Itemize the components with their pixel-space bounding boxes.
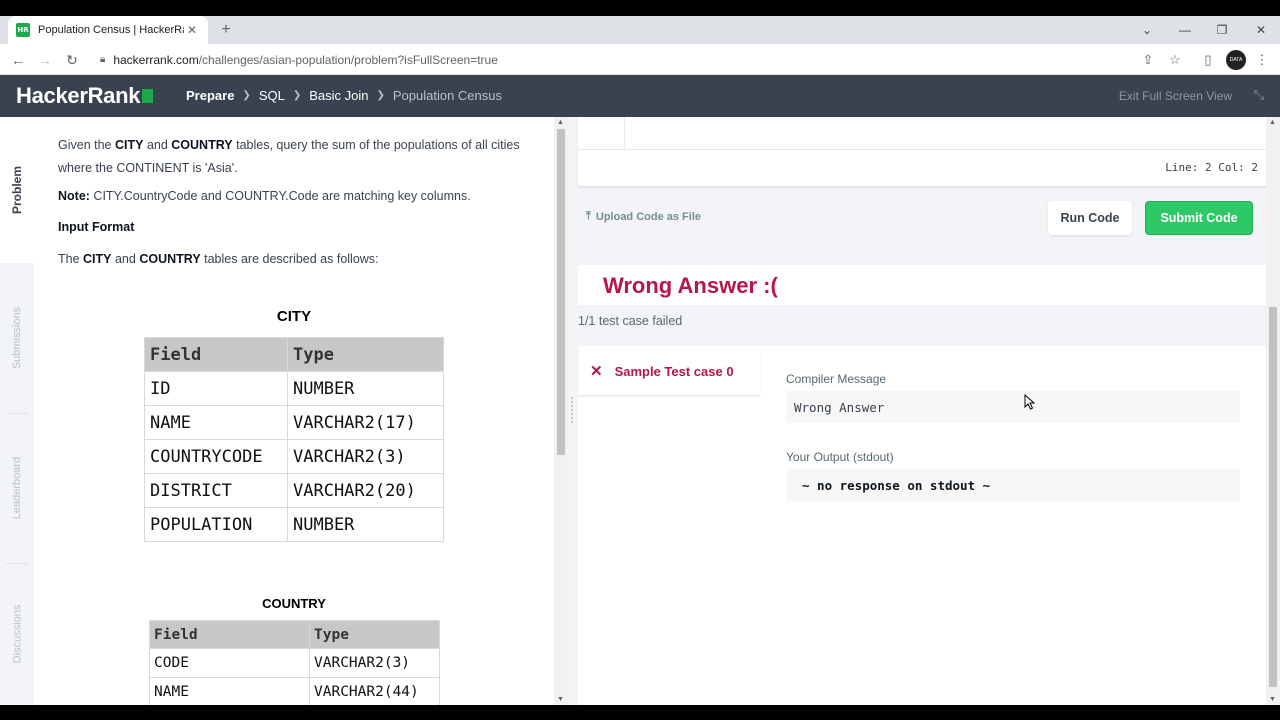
forward-icon[interactable]: → <box>35 50 55 70</box>
exit-fullscreen-icon[interactable]: ⤡ <box>1254 87 1264 103</box>
column-header: Field <box>149 620 310 649</box>
url-path: /challenges/asian-population/problem?isF… <box>198 52 498 67</box>
editor-status-divider <box>578 149 1266 150</box>
exit-fullscreen-link[interactable]: Exit Full Screen View <box>1119 89 1232 103</box>
scroll-down-icon[interactable]: ▼ <box>557 696 564 703</box>
stdout-section: Your Output (stdout) ~ no response on st… <box>786 450 1240 501</box>
profile-avatar[interactable]: DATA <box>1226 50 1246 70</box>
problem-statement: Given the CITY and COUNTRY tables, query… <box>34 117 554 705</box>
compiler-message-section: Compiler Message Wrong Answer <box>786 372 1240 423</box>
result-header: Wrong Answer :( <box>578 265 1266 305</box>
side-panel-icon[interactable]: ▯ <box>1198 50 1218 70</box>
close-tab-icon[interactable]: ✕ <box>184 23 200 37</box>
scroll-up-icon[interactable]: ▲ <box>557 119 564 126</box>
editor-result-pane: Line: 2 Col: 2 ⤒ Upload Code as File Run … <box>578 117 1266 705</box>
column-header: Field <box>144 337 288 372</box>
country-schema-table: Field Type CODE VARCHAR2(3) NAME VARCHAR2(… <box>149 620 440 705</box>
address-bar: ← → ↻ 🔒︎ hackerrank.com/challenges/asian… <box>0 44 1280 75</box>
url-field[interactable]: 🔒︎ hackerrank.com/challenges/asian-popul… <box>90 47 1190 72</box>
main-area: Problem Submissions Leaderboard Discussi… <box>0 117 1280 705</box>
drag-handle-icon[interactable] <box>571 397 575 423</box>
close-window-icon[interactable]: ✕ <box>1242 16 1280 44</box>
country-table-caption: COUNTRY <box>262 596 326 611</box>
reload-icon[interactable]: ↻ <box>62 50 82 70</box>
left-vertical-nav: Problem Submissions Leaderboard Discussi… <box>0 117 34 705</box>
breadcrumb: Prepare ❯ SQL ❯ Basic Join ❯ Population … <box>186 88 502 103</box>
tab-strip: HR Population Census | HackerRank ✕ + <box>0 16 1280 44</box>
scroll-down-icon[interactable]: ▼ <box>1269 696 1276 703</box>
mouse-cursor-icon <box>1024 394 1036 410</box>
tab-leaderboard[interactable]: Leaderboard <box>0 413 34 563</box>
hackerrank-logo[interactable]: HackerRank <box>16 83 154 109</box>
breadcrumb-prepare[interactable]: Prepare <box>186 88 234 103</box>
code-editor[interactable]: Line: 2 Col: 2 <box>578 117 1266 187</box>
test-case-item[interactable]: ✕ Sample Test case 0 <box>590 362 734 380</box>
upload-icon: ⤒ <box>586 210 591 222</box>
breadcrumb-current: Population Census <box>392 88 502 103</box>
result-title: Wrong Answer :( <box>603 273 778 298</box>
test-case-list: ✕ Sample Test case 0 <box>578 346 760 396</box>
tab-problem[interactable]: Problem <box>0 117 34 263</box>
table-row: ID NUMBER <box>144 371 444 406</box>
problem-note: Note: CITY.CountryCode and COUNTRY.Code … <box>58 189 471 203</box>
city-schema-table: Field Type ID NUMBER NAME VARCHAR2(17) COU… <box>144 337 444 542</box>
tab-discussions[interactable]: Discussions <box>0 563 34 705</box>
table-row: NAME VARCHAR2(17) <box>144 405 444 440</box>
share-icon[interactable]: ⇪ <box>1138 50 1158 70</box>
column-header: Type <box>309 620 440 649</box>
stdout-label: Your Output (stdout) <box>786 450 894 464</box>
screen-bottom-bar <box>0 705 1280 720</box>
table-row: NAME VARCHAR2(44) <box>149 677 440 705</box>
result-scrollbar[interactable]: ▲ ▼ <box>1266 117 1280 705</box>
scroll-up-icon[interactable]: ▲ <box>1269 119 1276 126</box>
table-row: POPULATION NUMBER <box>144 507 444 542</box>
input-format-heading: Input Format <box>58 220 135 234</box>
hackerrank-favicon-icon: HR <box>16 23 30 37</box>
submit-code-button[interactable]: Submit Code <box>1145 201 1253 235</box>
scrollbar-thumb[interactable] <box>1269 307 1277 687</box>
table-row: DISTRICT VARCHAR2(20) <box>144 473 444 508</box>
problem-scrollbar[interactable]: ▲ ▼ <box>554 117 568 705</box>
logo-text: HackerRank <box>16 83 141 108</box>
breadcrumb-basic-join[interactable]: Basic Join <box>309 88 368 103</box>
tables-description: The CITY and COUNTRY tables are describe… <box>58 252 379 266</box>
tab-search-icon[interactable]: ⌄ <box>1128 16 1166 44</box>
restore-icon[interactable]: ❐ <box>1203 16 1241 44</box>
scrollbar-thumb[interactable] <box>557 129 565 455</box>
back-icon[interactable]: ← <box>8 50 28 70</box>
compiler-message-label: Compiler Message <box>786 372 887 386</box>
table-row: COUNTRYCODE VARCHAR2(3) <box>144 439 444 474</box>
result-body: ✕ Sample Test case 0 Compiler Message Wr… <box>578 346 1266 705</box>
test-case-label: Sample Test case 0 <box>614 363 734 379</box>
problem-intro: Given the CITY and COUNTRY tables, query… <box>58 138 520 175</box>
chevron-right-icon: ❯ <box>242 90 251 101</box>
lock-icon: 🔒︎ <box>100 54 106 65</box>
minimize-icon[interactable]: — <box>1166 16 1204 44</box>
cursor-position: Line: 2 Col: 2 <box>1165 161 1258 174</box>
url-host: hackerrank.com <box>113 52 199 67</box>
fail-x-icon: ✕ <box>590 363 603 380</box>
chevron-right-icon: ❯ <box>376 90 385 101</box>
chevron-right-icon: ❯ <box>292 90 302 101</box>
browser-tab[interactable]: HR Population Census | HackerRank ✕ <box>8 16 208 44</box>
city-table-caption: CITY <box>276 308 312 325</box>
upload-code-link[interactable]: ⤒ Upload Code as File <box>586 210 701 223</box>
bookmark-star-icon[interactable]: ☆ <box>1165 50 1185 70</box>
tab-submissions[interactable]: Submissions <box>0 263 34 413</box>
menu-kebab-icon[interactable]: ⋮ <box>1252 50 1272 70</box>
site-header: HackerRank Prepare ❯ SQL ❯ Basic Join ❯ … <box>0 75 1280 117</box>
new-tab-icon[interactable]: + <box>216 20 236 40</box>
column-header: Type <box>287 337 444 372</box>
tab-title: Population Census | HackerRank <box>38 24 184 36</box>
test-summary: 1/1 test case failed <box>578 314 683 328</box>
table-row: CODE VARCHAR2(3) <box>149 648 440 678</box>
compiler-message-box: Wrong Answer <box>786 391 1240 423</box>
run-code-button[interactable]: Run Code <box>1048 201 1132 235</box>
screen-top-bar <box>0 0 1280 16</box>
logo-square-icon <box>142 89 154 103</box>
stdout-box: ~ no response on stdout ~ <box>786 469 1240 501</box>
breadcrumb-sql[interactable]: SQL <box>259 88 285 103</box>
pane-splitter[interactable] <box>568 117 578 705</box>
editor-gutter <box>624 117 625 149</box>
